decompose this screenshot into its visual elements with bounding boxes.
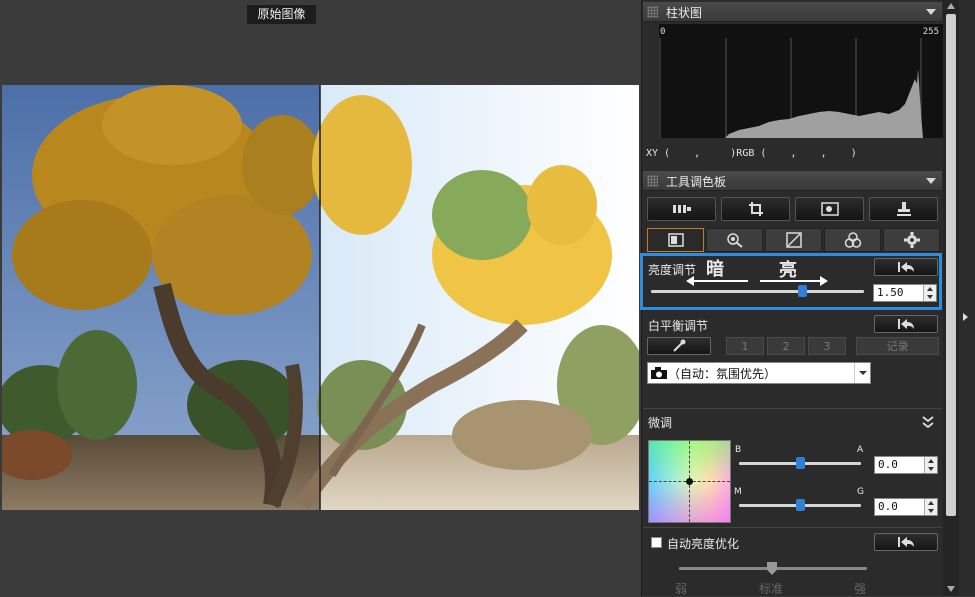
histogram-title: 柱状图 xyxy=(666,6,703,20)
spin-arrows-icon[interactable] xyxy=(924,499,937,515)
stamp-tool-button[interactable] xyxy=(869,197,938,221)
exposure-icon xyxy=(672,205,691,213)
wb-slot-3-button[interactable]: 3 xyxy=(808,337,846,355)
wb-slot-2-button[interactable]: 2 xyxy=(767,337,805,355)
dust-icon xyxy=(820,202,839,216)
palette-title: 工具调色板 xyxy=(666,175,727,189)
tab-settings[interactable] xyxy=(883,228,940,252)
eyedropper-button[interactable] xyxy=(647,337,711,355)
eyedropper-icon xyxy=(673,339,686,352)
divider xyxy=(643,527,942,528)
dropdown-arrow-icon[interactable] xyxy=(854,363,870,383)
original-image-label: 原始图像 xyxy=(247,5,316,24)
auto-lighting-slider-thumb[interactable] xyxy=(767,562,777,575)
expand-arrow-icon[interactable] xyxy=(963,313,968,321)
crop-icon xyxy=(748,202,763,216)
axis-a-label: A xyxy=(857,445,864,455)
spin-arrows-icon[interactable] xyxy=(924,457,937,473)
curve-icon xyxy=(785,232,802,248)
stamp-icon xyxy=(896,202,911,216)
scroll-up-icon[interactable] xyxy=(947,3,955,9)
undo-icon xyxy=(898,537,914,547)
image-viewer: 原始图像 xyxy=(0,0,641,596)
histogram-chart: 0 255 xyxy=(659,24,943,138)
zoom-icon xyxy=(726,233,743,248)
histogram-header[interactable]: 柱状图 xyxy=(643,2,942,22)
standard-label: 标准 xyxy=(759,582,784,596)
ba-slider-thumb[interactable] xyxy=(796,457,805,469)
drag-grip-icon[interactable] xyxy=(647,6,658,18)
auto-lighting-checkbox[interactable] xyxy=(651,537,662,548)
scroll-down-icon[interactable] xyxy=(947,586,955,592)
photo-illustration xyxy=(2,85,639,510)
wb-mode-select[interactable]: （自动：氛围优先） xyxy=(647,362,871,384)
crop-tool-button[interactable] xyxy=(721,197,790,221)
color-icon xyxy=(844,232,861,248)
mg-slider-thumb[interactable] xyxy=(796,499,805,511)
mg-value-input[interactable]: 0.0 xyxy=(874,498,938,516)
wb-slot-1-button[interactable]: 1 xyxy=(726,337,764,355)
wb-mode-value: （自动：氛围优先） xyxy=(668,367,777,381)
auto-lighting-label: 自动亮度优化 xyxy=(667,537,740,551)
drag-grip-icon[interactable] xyxy=(647,175,658,187)
axis-b-label: B xyxy=(735,445,742,455)
axis-m-label: M xyxy=(734,487,742,497)
auto-lighting-reset-button[interactable] xyxy=(874,533,938,551)
axis-g-label: G xyxy=(857,487,864,497)
weak-label: 弱 xyxy=(675,582,688,596)
white-balance-label: 白平衡调节 xyxy=(648,319,709,333)
histogram-graph xyxy=(659,38,923,138)
settings-icon xyxy=(903,232,920,248)
tab-tone[interactable] xyxy=(647,228,704,252)
divider xyxy=(643,408,942,409)
color-grid[interactable] xyxy=(648,440,731,523)
pixel-readout: XY ( , )RGB ( , , ) xyxy=(646,148,857,159)
dust-tool-button[interactable] xyxy=(795,197,864,221)
tab-curve[interactable] xyxy=(765,228,822,252)
tone-icon xyxy=(667,233,684,247)
camera-icon xyxy=(651,367,667,379)
ba-value-input[interactable]: 0.0 xyxy=(874,456,938,474)
fine-tune-label: 微调 xyxy=(648,416,673,430)
double-chevron-icon[interactable] xyxy=(922,415,934,429)
brightness-highlight-box xyxy=(640,253,942,310)
ba-value: 0.0 xyxy=(878,458,898,471)
wb-record-button[interactable]: 记录 xyxy=(856,337,939,355)
mg-value: 0.0 xyxy=(878,500,898,513)
grid-point[interactable] xyxy=(686,478,693,485)
exposure-tool-button[interactable] xyxy=(647,197,716,221)
photo-preview[interactable] xyxy=(2,85,639,510)
collapse-panel-strip[interactable] xyxy=(959,0,975,596)
tab-zoom[interactable] xyxy=(706,228,763,252)
white-balance-reset-button[interactable] xyxy=(874,315,938,333)
palette-header[interactable]: 工具调色板 xyxy=(643,171,942,191)
undo-icon xyxy=(898,319,914,329)
scrollbar-thumb[interactable] xyxy=(946,14,956,516)
collapse-arrow-icon[interactable] xyxy=(926,9,936,15)
collapse-arrow-icon[interactable] xyxy=(926,178,936,184)
strong-label: 强 xyxy=(854,582,867,596)
tab-color[interactable] xyxy=(824,228,881,252)
